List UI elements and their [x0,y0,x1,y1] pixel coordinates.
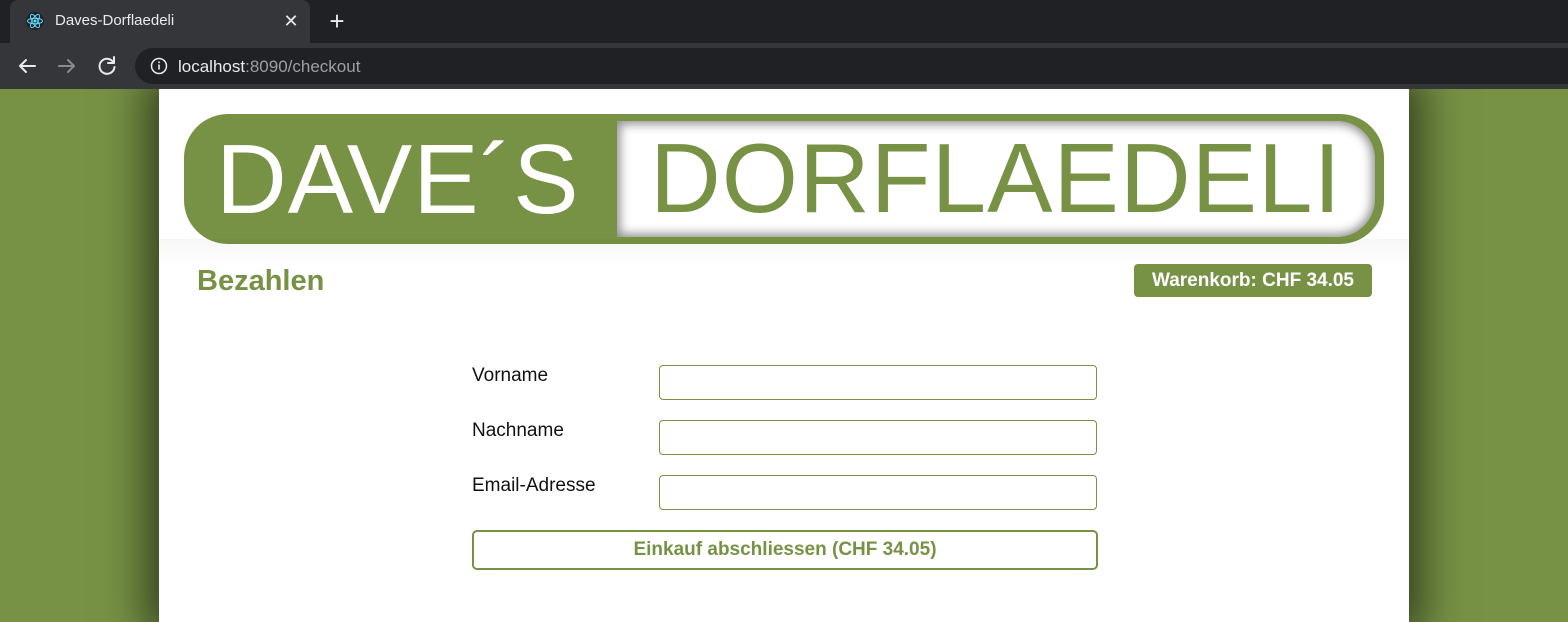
email-input[interactable] [659,475,1097,510]
page-title: Bezahlen [197,265,325,297]
site-logo-banner[interactable]: DAVE´S DORFLAEDELI [184,114,1384,244]
arrow-right-icon[interactable] [53,52,81,80]
tab-title: Daves-Dorflaedeli [55,12,175,29]
form-row-email: Email-Adresse [472,475,1098,511]
lastname-label: Nachname [472,420,564,441]
logo-inset-panel: DORFLAEDELI [617,121,1375,237]
banner-shadow [159,239,1409,267]
email-label: Email-Adresse [472,475,596,496]
url-host: localhost [178,57,246,76]
react-atom-icon [25,11,45,31]
new-tab-button[interactable]: + [324,8,350,34]
firstname-label: Vorname [472,365,549,386]
close-icon[interactable]: ✕ [280,9,302,33]
url-text: localhost:8090/checkout [178,57,360,77]
complete-purchase-button[interactable]: Einkauf abschliessen (CHF 34.05) [472,530,1098,570]
lastname-input[interactable] [659,420,1097,455]
browser-tab-bar: Daves-Dorflaedeli ✕ + [0,0,1568,43]
cart-badge[interactable]: Warenkorb: CHF 34.05 [1134,264,1372,297]
arrow-left-icon[interactable] [13,52,41,80]
form-row-firstname: Vorname [472,365,1098,401]
info-circle-icon[interactable] [150,57,168,75]
page-container: DAVE´S DORFLAEDELI Bezahlen Warenkorb: C… [159,89,1409,622]
page-viewport: DAVE´S DORFLAEDELI Bezahlen Warenkorb: C… [0,89,1568,622]
browser-tab[interactable]: Daves-Dorflaedeli ✕ [10,0,310,43]
reload-icon[interactable] [93,52,121,80]
form-row-lastname: Nachname [472,420,1098,456]
browser-toolbar: localhost:8090/checkout [0,43,1568,89]
url-path: :8090/checkout [245,57,361,76]
firstname-input[interactable] [659,365,1097,400]
logo-text-daves: DAVE´S [216,124,580,234]
address-bar[interactable]: localhost:8090/checkout [135,48,1568,84]
logo-text-dorflaedeli: DORFLAEDELI [650,123,1342,233]
